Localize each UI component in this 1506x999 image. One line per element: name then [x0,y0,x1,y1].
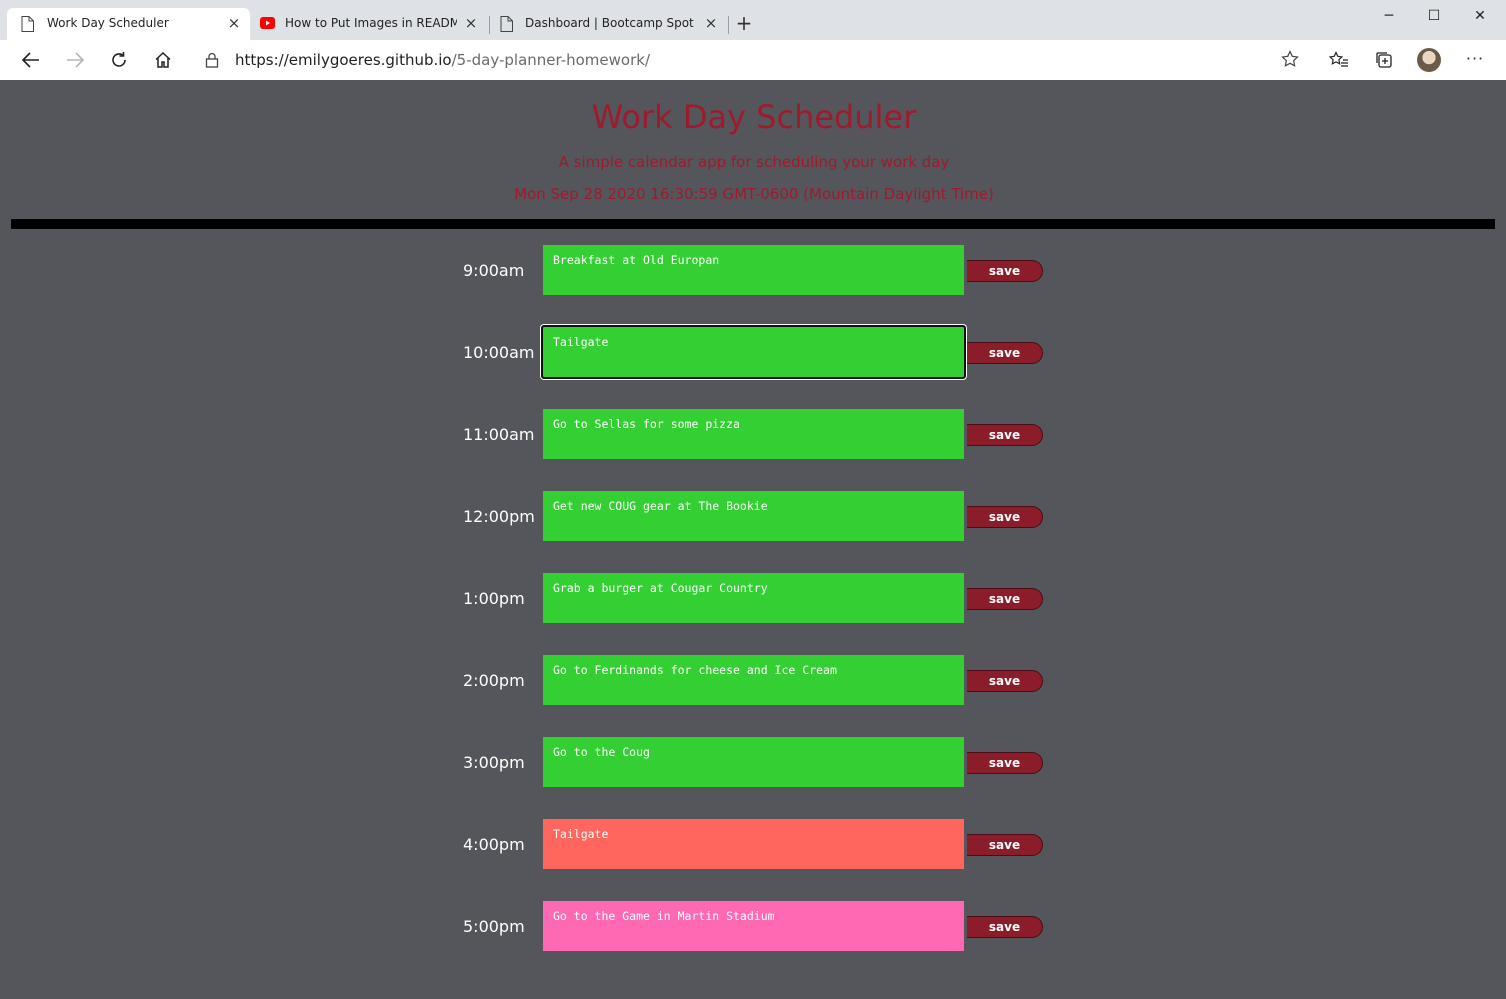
forward-icon[interactable] [62,47,88,73]
save-button[interactable]: save [967,834,1043,856]
current-day: Mon Sep 28 2020 16:30:59 GMT-0600 (Mount… [514,185,994,203]
youtube-icon [260,17,275,29]
window-close-button[interactable]: ✕ [1465,4,1495,28]
tab-separator [728,16,729,34]
page-lead: A simple calendar app for scheduling you… [558,153,950,171]
save-button[interactable]: save [967,588,1043,610]
close-icon[interactable]: × [225,14,243,32]
browser-chrome: Work Day Scheduler × How to Put Images i… [0,0,1506,80]
hour-label: 3:00pm [463,753,525,772]
save-button[interactable]: save [967,342,1043,364]
tab-separator [489,16,490,34]
close-icon[interactable]: × [702,14,720,32]
time-block: 2:00pm Go to Ferdinands for cheese and I… [4,655,1504,707]
back-icon[interactable] [18,47,44,73]
url-text: https://emilygoeres.github.io/5-day-plan… [235,51,650,69]
save-button[interactable]: save [967,424,1043,446]
save-button[interactable]: save [967,506,1043,528]
page-content: Work Day Scheduler A simple calendar app… [4,80,1504,999]
event-description[interactable]: Go to Sellas for some pizza [543,409,964,459]
tab-readme-images[interactable]: How to Put Images in README f × [252,8,484,40]
save-button[interactable]: save [967,670,1043,692]
hour-label: 4:00pm [463,835,525,854]
hour-label: 1:00pm [463,589,525,608]
hour-label: 5:00pm [463,917,525,936]
browser-toolbar: https://emilygoeres.github.io/5-day-plan… [0,40,1506,80]
event-description[interactable]: Go to Ferdinands for cheese and Ice Crea… [543,655,964,705]
favorites-icon[interactable] [1327,48,1351,72]
page-title: Work Day Scheduler [591,98,917,136]
tab-work-day-scheduler[interactable]: Work Day Scheduler × [7,8,250,40]
more-menu-icon[interactable]: ··· [1463,47,1487,71]
maximize-button[interactable]: ☐ [1419,4,1449,28]
hour-label: 10:00am [463,343,535,362]
hour-label: 11:00am [463,425,535,444]
refresh-icon[interactable] [106,47,132,73]
time-block: 12:00pm Get new COUG gear at The Bookie … [4,491,1504,543]
tab-strip: Work Day Scheduler × How to Put Images i… [0,0,1506,40]
save-button[interactable]: save [967,752,1043,774]
page-icon [21,16,34,32]
event-description[interactable]: Grab a burger at Cougar Country [543,573,964,623]
home-icon[interactable] [150,47,176,73]
event-description[interactable]: Go to the Coug [543,737,964,787]
save-button[interactable]: save [967,260,1043,282]
time-block: 4:00pm Tailgate save [4,819,1504,871]
lock-icon [205,52,219,72]
time-block: 11:00am Go to Sellas for some pizza save [4,409,1504,461]
favorite-star-icon[interactable] [1281,50,1299,72]
new-tab-button[interactable]: + [733,12,755,34]
tab-title: How to Put Images in README f [285,16,457,30]
url-path: /5-day-planner-homework/ [451,51,650,69]
address-bar[interactable]: https://emilygoeres.github.io/5-day-plan… [191,45,1311,75]
time-block: 9:00am Breakfast at Old Europan save [4,245,1504,297]
hour-label: 9:00am [463,261,525,280]
time-block: 3:00pm Go to the Coug save [4,737,1504,789]
collections-icon[interactable] [1372,48,1396,72]
event-description[interactable]: Tailgate [543,819,964,869]
header-jumbotron: Work Day Scheduler A simple calendar app… [4,80,1504,220]
time-block: 5:00pm Go to the Game in Martin Stadium … [4,901,1504,953]
event-description[interactable]: Breakfast at Old Europan [543,245,964,295]
close-icon[interactable]: × [462,14,480,32]
page-icon [500,16,513,32]
minimize-button[interactable]: ─ [1374,4,1404,28]
tab-bootcamp-dashboard[interactable]: Dashboard | Bootcamp Spot × [491,8,727,40]
event-description[interactable]: Go to the Game in Martin Stadium [543,901,964,951]
time-block: 1:00pm Grab a burger at Cougar Country s… [4,573,1504,625]
tab-title: Dashboard | Bootcamp Spot [525,16,694,30]
save-button[interactable]: save [967,916,1043,938]
url-host: https://emilygoeres.github.io [235,51,452,69]
time-block: 10:00am Tailgate save [4,325,1504,379]
event-description[interactable]: Get new COUG gear at The Bookie [543,491,964,541]
profile-avatar[interactable] [1417,48,1441,72]
hour-label: 2:00pm [463,671,525,690]
header-divider [11,219,1495,229]
hour-label: 12:00pm [463,507,535,526]
event-description[interactable]: Tailgate [541,325,966,379]
tab-title: Work Day Scheduler [47,16,169,30]
